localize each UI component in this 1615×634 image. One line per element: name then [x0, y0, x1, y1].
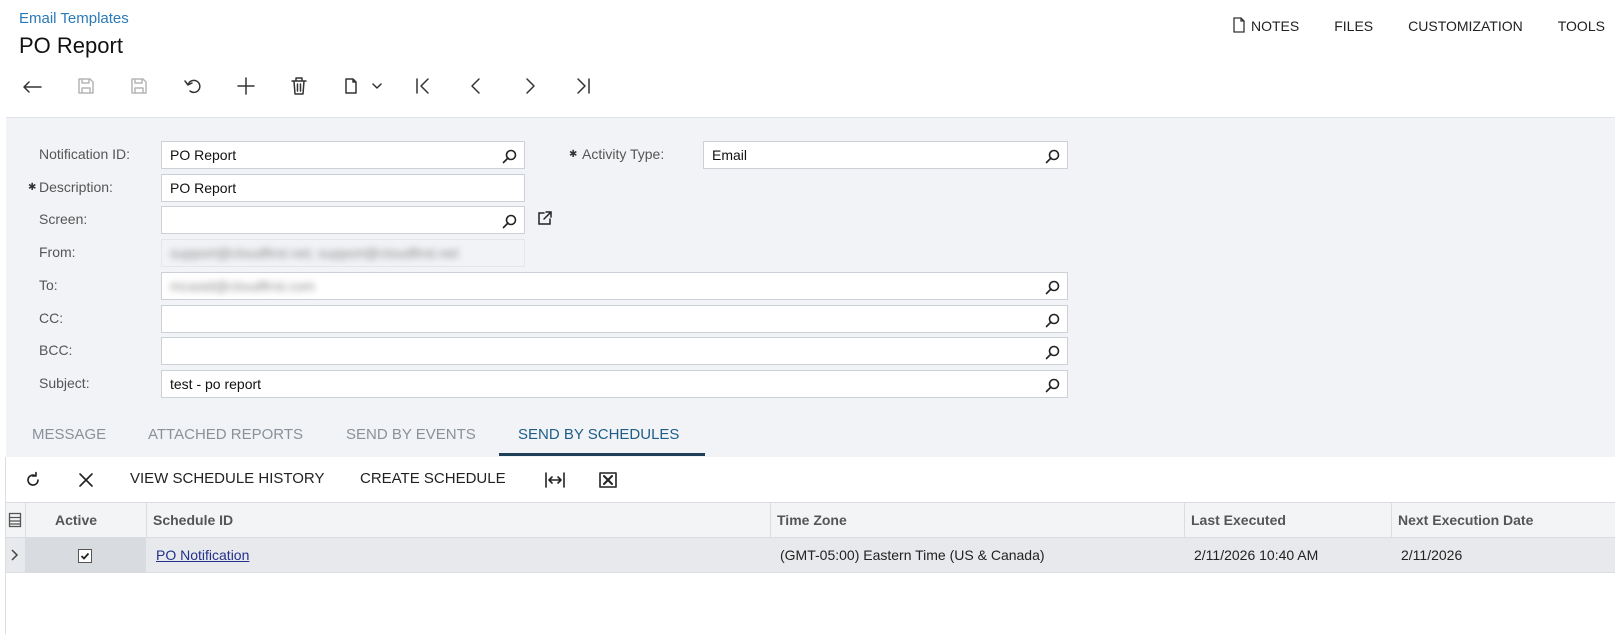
add-icon[interactable]	[234, 74, 258, 98]
search-icon[interactable]	[1045, 279, 1061, 295]
external-link-icon[interactable]	[537, 210, 553, 226]
notification-id-value: PO Report	[170, 147, 237, 163]
refresh-icon[interactable]	[23, 470, 43, 490]
search-icon[interactable]	[1045, 312, 1061, 328]
column-header-last-executed[interactable]: Last Executed	[1184, 503, 1392, 538]
notes-link[interactable]: NOTES	[1232, 16, 1300, 36]
bcc-label: BCC:	[39, 342, 73, 358]
required-marker: ✱	[28, 182, 37, 193]
column-header-schedule-id[interactable]: Schedule ID	[146, 503, 770, 538]
search-icon[interactable]	[502, 148, 518, 164]
save-close-icon[interactable]	[74, 74, 98, 98]
page-title: PO Report	[19, 33, 123, 58]
description-field[interactable]: PO Report	[161, 174, 525, 202]
active-checkbox[interactable]	[78, 549, 92, 563]
to-label: To:	[39, 277, 58, 293]
schedule-id-cell: PO Notification	[146, 538, 249, 573]
table-row[interactable]: PO Notification (GMT-05:00) Eastern Time…	[6, 538, 1615, 573]
column-header-active[interactable]: Active	[25, 503, 146, 538]
tab-attached-reports[interactable]: ATTACHED REPORTS	[148, 426, 303, 443]
from-field: support@cloudfirst.net; support@cloudfir…	[161, 239, 525, 267]
column-settings-icon[interactable]	[8, 512, 22, 528]
from-value: support@cloudfirst.net; support@cloudfir…	[170, 245, 459, 261]
tab-message[interactable]: MESSAGE	[32, 426, 106, 443]
to-field[interactable]: mcasid@cloudfirst.com	[161, 272, 1068, 300]
description-label: Description:	[39, 179, 113, 195]
fit-columns-icon[interactable]	[544, 470, 566, 490]
schedule-id-link[interactable]: PO Notification	[156, 547, 249, 563]
tab-send-by-events[interactable]: SEND BY EVENTS	[346, 426, 476, 443]
from-label: From:	[39, 244, 76, 260]
customization-link[interactable]: CUSTOMIZATION	[1408, 18, 1523, 34]
bcc-field[interactable]	[161, 337, 1068, 365]
create-schedule-button[interactable]: CREATE SCHEDULE	[360, 470, 506, 487]
required-marker: ✱	[569, 149, 578, 160]
form-area: Notification ID: PO Report ✱ Activity Ty…	[6, 117, 1615, 457]
notes-label: NOTES	[1251, 18, 1300, 34]
subject-label: Subject:	[39, 375, 90, 391]
grid-header: Active Schedule ID Time Zone Last Execut…	[6, 502, 1615, 538]
next-record-icon[interactable]	[518, 74, 542, 98]
active-tab-indicator	[499, 453, 705, 456]
view-schedule-history-button[interactable]: VIEW SCHEDULE HISTORY	[130, 470, 325, 487]
export-excel-icon[interactable]	[598, 470, 618, 490]
tools-link[interactable]: TOOLS	[1558, 18, 1605, 34]
copy-paste-icon[interactable]	[340, 74, 384, 98]
delete-icon[interactable]	[287, 74, 311, 98]
activity-type-label: Activity Type:	[582, 146, 665, 162]
search-icon[interactable]	[502, 213, 518, 229]
undo-icon[interactable]	[181, 74, 205, 98]
to-value: mcasid@cloudfirst.com	[170, 278, 315, 294]
save-icon[interactable]	[127, 74, 151, 98]
top-links: NOTES FILES CUSTOMIZATION TOOLS	[1232, 16, 1615, 36]
screen-label: Screen:	[39, 211, 88, 227]
next-execution-cell: 2/11/2026	[1401, 547, 1463, 563]
active-cell	[25, 538, 146, 573]
back-icon[interactable]	[20, 74, 44, 98]
notification-id-field[interactable]: PO Report	[161, 141, 525, 169]
files-link[interactable]: FILES	[1334, 18, 1373, 34]
row-selector-icon[interactable]	[10, 548, 22, 562]
search-icon[interactable]	[1045, 148, 1061, 164]
breadcrumb[interactable]: Email Templates	[19, 10, 129, 27]
subject-field[interactable]: test - po report	[161, 370, 1068, 398]
activity-type-value: Email	[712, 147, 748, 163]
document-icon	[1232, 16, 1251, 36]
last-executed-cell: 2/11/2026 10:40 AM	[1194, 547, 1319, 563]
description-value: PO Report	[170, 180, 237, 196]
search-icon[interactable]	[1045, 344, 1061, 360]
notification-id-label: Notification ID:	[39, 146, 131, 162]
tab-send-by-schedules[interactable]: SEND BY SCHEDULES	[518, 426, 679, 443]
cc-field[interactable]	[161, 305, 1068, 333]
column-header-time-zone[interactable]: Time Zone	[770, 503, 1185, 538]
previous-record-icon[interactable]	[464, 74, 488, 98]
first-record-icon[interactable]	[411, 74, 435, 98]
cc-label: CC:	[39, 310, 64, 326]
activity-type-field[interactable]: Email	[703, 141, 1068, 169]
search-icon[interactable]	[1045, 377, 1061, 393]
last-record-icon[interactable]	[571, 74, 595, 98]
close-icon[interactable]	[76, 470, 96, 490]
screen-field[interactable]	[161, 206, 525, 234]
column-header-next-execution-date[interactable]: Next Execution Date	[1391, 503, 1615, 538]
subject-value: test - po report	[170, 376, 262, 392]
time-zone-cell: (GMT-05:00) Eastern Time (US & Canada)	[780, 547, 1045, 563]
